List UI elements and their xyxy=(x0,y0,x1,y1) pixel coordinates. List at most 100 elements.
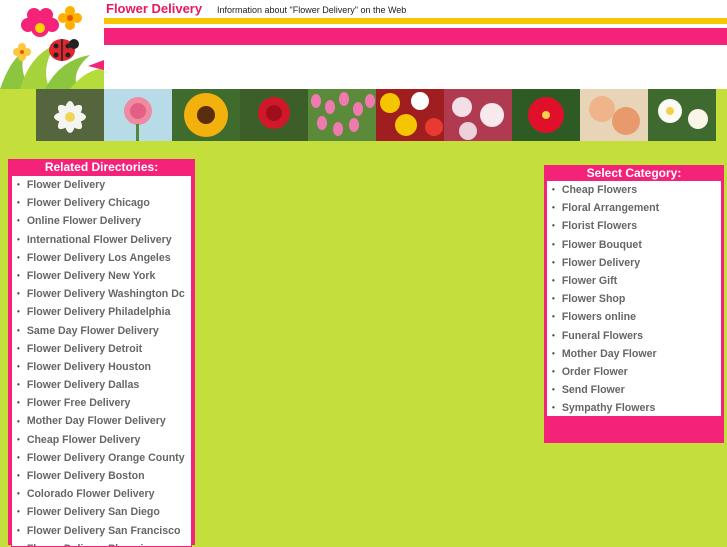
frangipani-photo xyxy=(648,89,716,141)
directory-link[interactable]: Flower Delivery xyxy=(562,257,640,269)
directory-link[interactable]: Flower Delivery xyxy=(27,179,105,191)
directory-link[interactable]: Flower Free Delivery xyxy=(27,397,131,409)
bullet-icon: • xyxy=(552,403,555,413)
grass-edge-right xyxy=(716,89,727,141)
related-directories-list: • Flower Delivery • Flower Delivery Chicago… xyxy=(12,176,191,546)
directory-link[interactable]: Flower Delivery Philadelphia xyxy=(27,306,171,318)
bullet-icon: • xyxy=(17,434,20,444)
list-item[interactable]: • Flower Delivery Dallas xyxy=(12,376,191,394)
list-item[interactable]: • Flowers online xyxy=(547,308,721,326)
panel-footer xyxy=(544,416,724,437)
directory-link[interactable]: Mother Day Flower xyxy=(562,348,657,360)
list-item[interactable]: • Florist Flowers xyxy=(547,217,721,235)
bullet-icon: • xyxy=(552,239,555,249)
related-directories-panel: Related Directories: • Flower Delivery • Fl… xyxy=(8,159,195,547)
list-item[interactable]: • Flower Delivery San Francisco xyxy=(12,522,191,540)
bullet-icon: • xyxy=(17,452,20,462)
list-item[interactable]: • Flower Delivery xyxy=(12,176,191,194)
list-item[interactable]: • Online Flower Delivery xyxy=(12,212,191,230)
directory-link[interactable]: Order Flower xyxy=(562,366,628,378)
mixed-flowers-photo xyxy=(376,89,444,141)
list-item[interactable]: • International Flower Delivery xyxy=(12,231,191,249)
flower-photo-strip xyxy=(36,89,716,141)
list-item[interactable]: • Mother Day Flower xyxy=(547,345,721,363)
yellow-stripe xyxy=(104,18,727,24)
list-item[interactable]: • Flower Delivery Orange County xyxy=(12,449,191,467)
list-item[interactable]: • Flower Delivery New York xyxy=(12,267,191,285)
bullet-icon: • xyxy=(17,398,20,408)
list-item[interactable]: • Order Flower xyxy=(547,363,721,381)
list-item[interactable]: • Flower Delivery Boston xyxy=(12,467,191,485)
directory-link[interactable]: Send Flower xyxy=(562,384,625,396)
bullet-icon: • xyxy=(17,361,20,371)
list-item[interactable]: • Flower Gift xyxy=(547,272,721,290)
directory-link[interactable]: Flower Delivery Washington Dc xyxy=(27,288,185,300)
directory-link[interactable]: Flower Delivery Houston xyxy=(27,361,151,373)
list-item[interactable]: • Cheap Flower Delivery xyxy=(12,431,191,449)
select-category-panel: Select Category: • Cheap Flowers • Floral A… xyxy=(544,165,724,443)
list-item[interactable]: • Flower Bouquet xyxy=(547,236,721,254)
list-item[interactable]: •Flower Delivery Phoenix xyxy=(12,540,191,546)
directory-link[interactable]: Sympathy Flowers xyxy=(562,402,656,414)
directory-link[interactable]: Flower Delivery San Francisco xyxy=(27,525,181,537)
directory-link[interactable]: Flower Delivery Dallas xyxy=(27,379,139,391)
list-item[interactable]: • Flower Delivery Chicago xyxy=(12,194,191,212)
bullet-icon: • xyxy=(17,325,20,335)
list-item[interactable]: • Flower Delivery San Diego xyxy=(12,503,191,521)
sunflower-photo xyxy=(172,89,240,141)
list-item[interactable]: • Same Day Flower Delivery xyxy=(12,322,191,340)
list-item[interactable]: • Sympathy Flowers xyxy=(547,399,721,416)
directory-link[interactable]: Flower Delivery Orange County xyxy=(27,452,185,464)
list-item[interactable]: • Mother Day Flower Delivery xyxy=(12,412,191,430)
list-item[interactable]: • Flower Free Delivery xyxy=(12,394,191,412)
bullet-icon: • xyxy=(17,180,20,190)
directory-link[interactable]: Same Day Flower Delivery xyxy=(27,325,159,337)
bullet-icon: • xyxy=(552,221,555,231)
red-rose-photo xyxy=(240,89,308,141)
site-logo[interactable] xyxy=(0,0,104,89)
site-title[interactable]: Flower Delivery xyxy=(106,1,202,16)
bullet-icon: • xyxy=(17,380,20,390)
directory-link[interactable]: Flower Delivery Chicago xyxy=(27,197,150,209)
bullet-icon: • xyxy=(17,416,20,426)
list-item[interactable]: • Send Flower xyxy=(547,381,721,399)
directory-link[interactable]: Flowers online xyxy=(562,311,636,323)
directory-link[interactable]: Flower Delivery San Diego xyxy=(27,506,160,518)
directory-link[interactable]: Funeral Flowers xyxy=(562,330,643,342)
directory-link[interactable]: Floral Arrangement xyxy=(562,202,659,214)
directory-link[interactable]: Cheap Flower Delivery xyxy=(27,434,141,446)
site-tagline: Information about "Flower Delivery" on t… xyxy=(217,5,407,15)
list-item[interactable]: • Funeral Flowers xyxy=(547,327,721,345)
directory-link[interactable]: Florist Flowers xyxy=(562,220,637,232)
water-lily-photo xyxy=(36,89,104,141)
list-item[interactable]: • Flower Delivery Houston xyxy=(12,358,191,376)
list-item[interactable]: • Floral Arrangement xyxy=(547,199,721,217)
directory-link[interactable]: Cheap Flowers xyxy=(562,184,637,196)
bullet-icon: • xyxy=(17,289,20,299)
list-item[interactable]: • Flower Delivery Los Angeles xyxy=(12,249,191,267)
list-item[interactable]: • Flower Delivery Detroit xyxy=(12,340,191,358)
panel-title: Related Directories: xyxy=(44,160,159,174)
directory-link[interactable]: Colorado Flower Delivery xyxy=(27,488,155,500)
directory-link[interactable]: International Flower Delivery xyxy=(27,234,172,246)
directory-link[interactable]: Online Flower Delivery xyxy=(27,215,141,227)
list-item[interactable]: • Flower Delivery xyxy=(547,254,721,272)
directory-link[interactable]: Flower Gift xyxy=(562,275,617,287)
list-item[interactable]: • Flower Delivery Washington Dc xyxy=(12,285,191,303)
tulips-photo xyxy=(308,89,376,141)
lime-band xyxy=(0,141,727,157)
bullet-icon: • xyxy=(552,330,555,340)
directory-link[interactable]: Flower Delivery Los Angeles xyxy=(27,252,171,264)
bullet-icon: • xyxy=(552,312,555,322)
list-item[interactable]: • Cheap Flowers xyxy=(547,181,721,199)
directory-link[interactable]: Mother Day Flower Delivery xyxy=(27,415,166,427)
peach-roses-photo xyxy=(580,89,648,141)
list-item[interactable]: • Flower Shop xyxy=(547,290,721,308)
directory-link[interactable]: Flower Bouquet xyxy=(562,239,642,251)
directory-link[interactable]: Flower Delivery Boston xyxy=(27,470,145,482)
directory-link[interactable]: Flower Delivery Detroit xyxy=(27,343,142,355)
list-item[interactable]: • Colorado Flower Delivery xyxy=(12,485,191,503)
directory-link[interactable]: Flower Delivery New York xyxy=(27,270,156,282)
list-item[interactable]: • Flower Delivery Philadelphia xyxy=(12,303,191,321)
directory-link[interactable]: Flower Shop xyxy=(562,293,626,305)
